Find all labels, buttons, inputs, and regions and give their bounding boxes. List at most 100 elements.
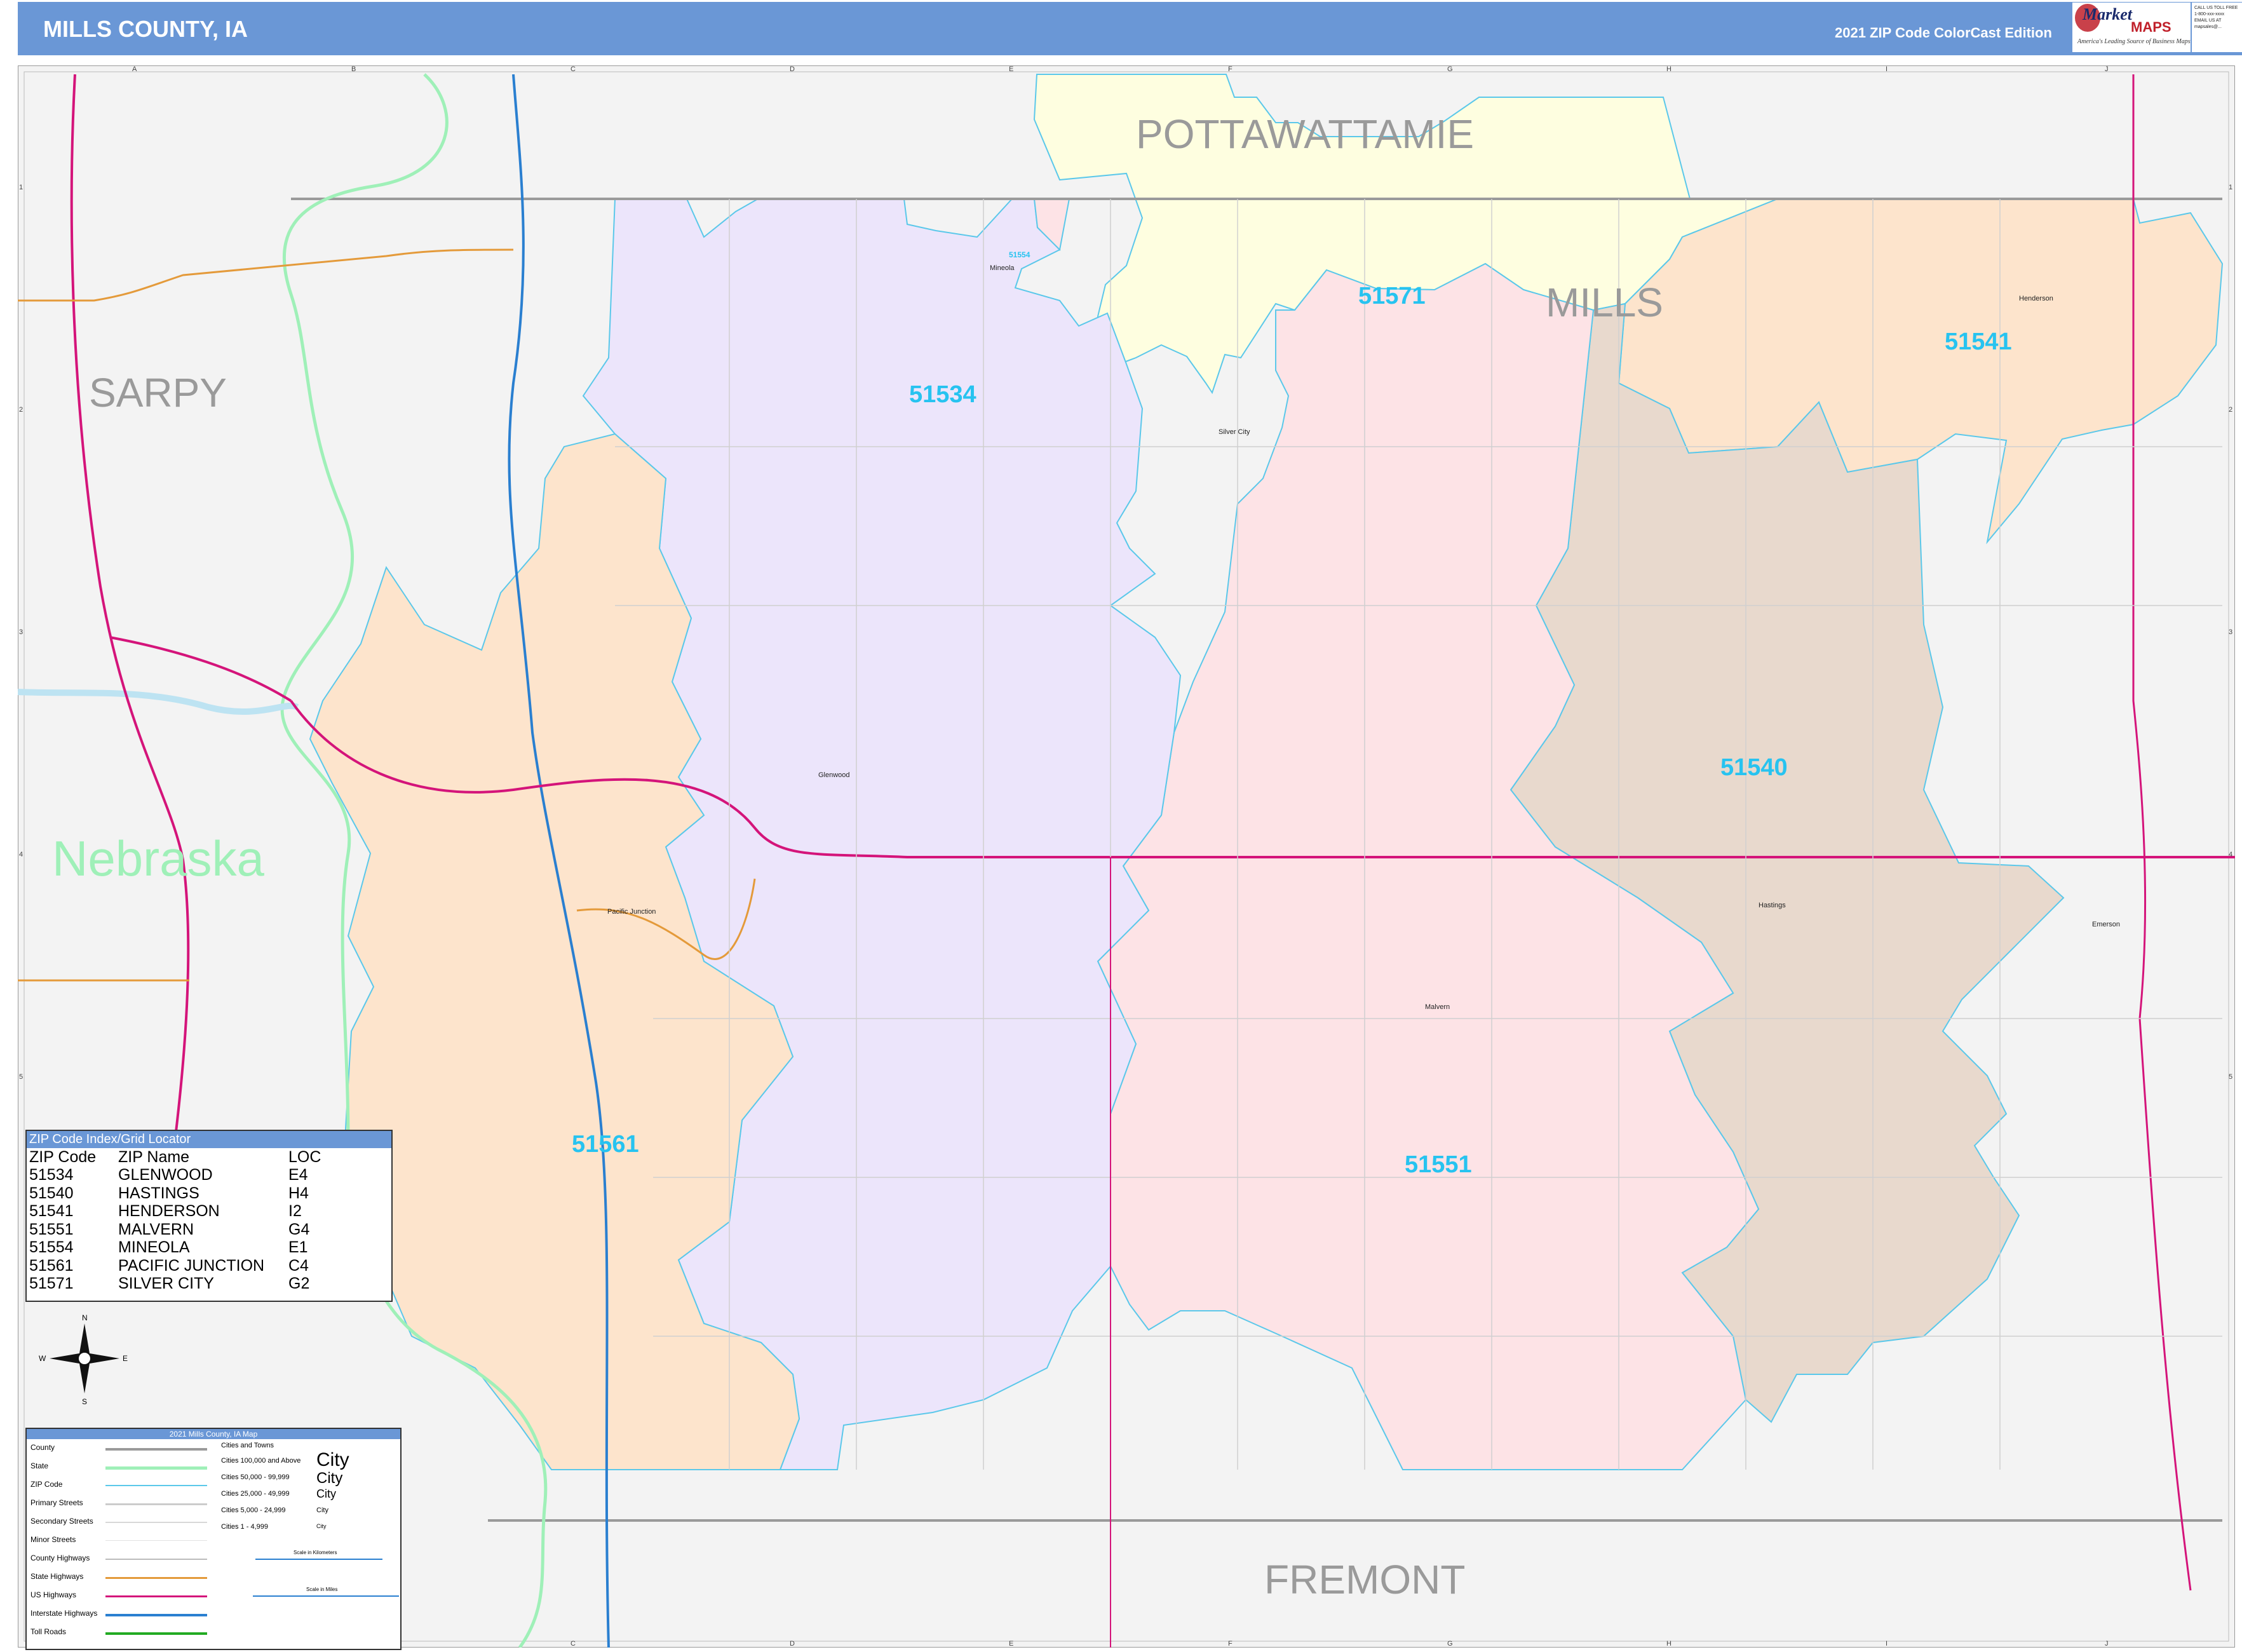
- map-legend: 2021 Mills County, IA Map County State Z…: [25, 1428, 402, 1650]
- town-label-pacific-junction[interactable]: Pacific Junction: [607, 908, 656, 916]
- grid-row-label: 2: [2229, 406, 2232, 414]
- zip-index-col: ZIP Name: [118, 1148, 190, 1166]
- legend-city-tier: Cities 100,000 and Above: [221, 1457, 301, 1465]
- legend-city-sample: City: [316, 1523, 327, 1529]
- legend-line-county: [105, 1448, 207, 1451]
- legend-item-county: County: [30, 1443, 55, 1452]
- legend-title: 2021 Mills County, IA Map: [27, 1429, 400, 1439]
- zip-index-row[interactable]: 51540 HASTINGS H4: [27, 1184, 391, 1203]
- zip-label-51541: 51541: [1945, 328, 2012, 355]
- logo-brand-bottom: MAPS: [2131, 19, 2171, 35]
- legend-cities-title: Cities and Towns: [221, 1442, 274, 1449]
- region-label-pottawattamie: POTTAWATTAMIE: [1136, 111, 1474, 157]
- legend-city-tier: Cities 25,000 - 49,999: [221, 1490, 290, 1498]
- legend-line-interstate: [105, 1614, 207, 1616]
- zip-code-cell: 51571: [29, 1275, 74, 1292]
- contact-line: EMAIL US AT: [2194, 18, 2222, 23]
- map-title: MILLS COUNTY, IA: [43, 16, 248, 42]
- legend-item-toll: Toll Roads: [30, 1627, 67, 1636]
- legend-city-tier: Cities 5,000 - 24,999: [221, 1506, 286, 1514]
- grid-row-label: 4: [2229, 851, 2232, 858]
- grid-col-label: C: [571, 65, 576, 73]
- legend-item-county-hwy: County Highways: [30, 1554, 90, 1562]
- market-maps-logo[interactable]: Market MAPS America's Leading Source of …: [2072, 3, 2191, 52]
- zip-label-51551: 51551: [1405, 1151, 1472, 1178]
- compass-e: E: [123, 1354, 128, 1363]
- legend-scale-km-label: Scale in Kilometers: [294, 1550, 337, 1555]
- town-label-mineola[interactable]: Mineola: [990, 264, 1015, 272]
- grid-col-label: F: [1228, 65, 1232, 73]
- town-label-silver-city[interactable]: Silver City: [1219, 428, 1250, 436]
- grid-col-label: C: [571, 1640, 576, 1648]
- grid-col-label: H: [1666, 1640, 1671, 1648]
- zip-code-cell: 51534: [29, 1166, 74, 1184]
- zip-index-row[interactable]: 51534 GLENWOOD E4: [27, 1166, 391, 1184]
- zip-label-51540: 51540: [1720, 754, 1788, 781]
- town-label-glenwood[interactable]: Glenwood: [818, 771, 850, 779]
- region-label-sarpy: SARPY: [89, 370, 227, 416]
- zip-code-cell: 51551: [29, 1220, 74, 1238]
- grid-col-label: H: [1666, 65, 1671, 73]
- legend-line-zip: [105, 1485, 207, 1486]
- grid-row-label: 3: [2229, 628, 2232, 636]
- grid-col-label: E: [1009, 1640, 1013, 1648]
- zip-code-cell: 51561: [29, 1256, 74, 1275]
- zip-index-row[interactable]: 51541 HENDERSON I2: [27, 1202, 391, 1221]
- zip-index-col: LOC: [288, 1148, 321, 1166]
- legend-item-zip: ZIP Code: [30, 1480, 63, 1489]
- zip-name-cell: PACIFIC JUNCTION: [118, 1256, 265, 1275]
- grid-row-label: 2: [19, 406, 23, 414]
- legend-line-state-hwy: [105, 1577, 207, 1579]
- compass-s: S: [82, 1397, 87, 1406]
- town-label-henderson[interactable]: Henderson: [2019, 295, 2053, 302]
- grid-col-label: G: [1447, 1640, 1453, 1648]
- zip-index-row[interactable]: 51561 PACIFIC JUNCTION C4: [27, 1257, 391, 1275]
- grid-col-label: D: [790, 65, 795, 73]
- grid-col-label: B: [351, 65, 356, 73]
- town-label-hastings[interactable]: Hastings: [1759, 902, 1786, 909]
- zip-name-cell: GLENWOOD: [118, 1166, 213, 1184]
- town-label-malvern[interactable]: Malvern: [1425, 1003, 1450, 1011]
- map-canvas[interactable]: A B C D E F G H I J A B C D E F G H I J …: [18, 65, 2235, 1648]
- zip-loc-cell: G2: [288, 1275, 310, 1292]
- zip-name-cell: MALVERN: [118, 1220, 194, 1238]
- zip-loc-cell: E4: [288, 1166, 308, 1184]
- logo-brand-top: Market: [2083, 5, 2132, 24]
- legend-line-county-hwy: [105, 1559, 207, 1560]
- legend-city-sample: City: [316, 1470, 343, 1487]
- zip-label-51571: 51571: [1358, 283, 1426, 309]
- contact-line: CALL US TOLL FREE: [2194, 6, 2238, 10]
- grid-col-label: A: [132, 65, 137, 73]
- region-label-fremont: FREMONT: [1264, 1557, 1465, 1602]
- legend-line-us-hwy: [105, 1595, 207, 1597]
- edition-label: 2021 ZIP Code ColorCast Edition: [1835, 25, 2052, 41]
- legend-item-interstate: Interstate Highways: [30, 1609, 98, 1618]
- town-label-emerson[interactable]: Emerson: [2092, 921, 2120, 928]
- legend-item-primary: Primary Streets: [30, 1498, 83, 1507]
- zip-label-51534: 51534: [909, 381, 976, 408]
- zip-index-row[interactable]: 51554 MINEOLA E1: [27, 1238, 391, 1257]
- legend-city-sample: City: [316, 1487, 336, 1500]
- compass-n: N: [82, 1313, 88, 1322]
- contact-line: mapsales@...: [2194, 25, 2222, 29]
- legend-city-sample: City: [316, 1449, 349, 1470]
- grid-row-label: 5: [19, 1073, 23, 1081]
- zip-name-cell: MINEOLA: [118, 1238, 190, 1256]
- legend-scale-km-bar: [255, 1559, 382, 1560]
- zip-label-51554: 51554: [1009, 250, 1030, 259]
- grid-col-label: F: [1228, 1640, 1232, 1648]
- zip-index-row[interactable]: 51571 SILVER CITY G2: [27, 1275, 391, 1293]
- zip-index-row[interactable]: 51551 MALVERN G4: [27, 1221, 391, 1239]
- logo-tagline: America's Leading Source of Business Map…: [2077, 38, 2191, 45]
- grid-col-label: I: [1886, 65, 1887, 73]
- compass-w: W: [39, 1354, 46, 1363]
- legend-item-state: State: [30, 1461, 49, 1470]
- zip-loc-cell: C4: [288, 1256, 309, 1275]
- grid-col-label: G: [1447, 65, 1453, 73]
- legend-city-sample: City: [316, 1506, 328, 1514]
- header-bar: MILLS COUNTY, IA 2021 ZIP Code ColorCast…: [18, 2, 2242, 55]
- grid-col-label: J: [2105, 65, 2109, 73]
- grid-row-label: 5: [2229, 1073, 2232, 1081]
- zip-code-cell: 51554: [29, 1238, 74, 1256]
- grid-row-label: 1: [19, 184, 23, 191]
